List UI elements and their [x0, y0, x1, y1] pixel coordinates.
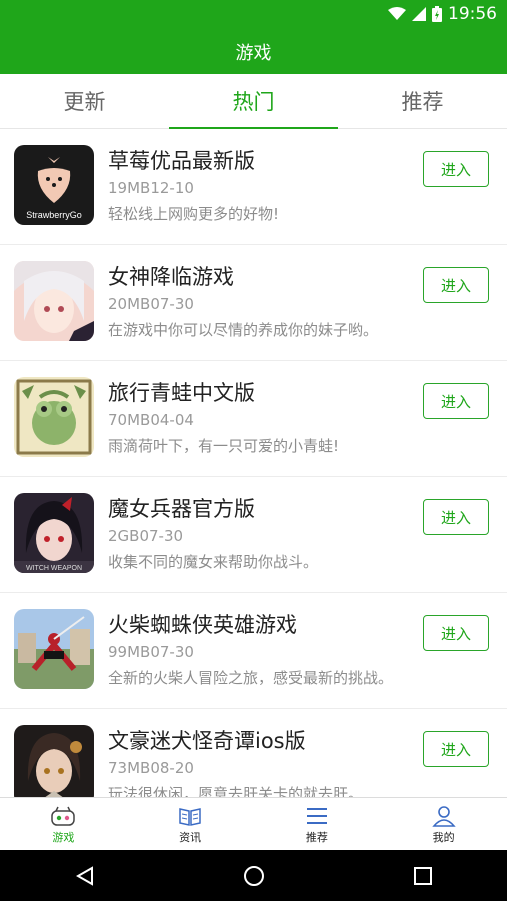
item-title: 旅行青蛙中文版	[108, 381, 255, 405]
enter-button[interactable]: 进入	[423, 499, 489, 535]
nav-news[interactable]: 资讯	[127, 798, 254, 851]
list-item[interactable]: 旅行青蛙中文版 70MB04-04 雨滴荷叶下，有一只可爱的小青蛙! 进入	[0, 361, 507, 477]
enter-button[interactable]: 进入	[423, 267, 489, 303]
status-bar: 19:56	[0, 0, 507, 30]
item-description: 玩法很休闲，愿意去肝关卡的就去肝。	[108, 785, 364, 797]
enter-button[interactable]: 进入	[423, 383, 489, 419]
item-meta: 19MB12-10	[108, 179, 194, 197]
tab-bar: 更新 热门 推荐	[0, 74, 507, 129]
list-item[interactable]: WITCH WEAPON 魔女兵器官方版 2GB07-30 收集不同的魔女来帮助…	[0, 477, 507, 593]
item-title: 火柴蜘蛛侠英雄游戏	[108, 613, 297, 637]
item-title: 草莓优品最新版	[108, 149, 255, 173]
svg-text:StrawberryGo: StrawberryGo	[26, 210, 82, 220]
status-time: 19:56	[448, 4, 497, 24]
list-item[interactable]: 文豪迷犬怪奇谭ios版 73MB08-20 玩法很休闲，愿意去肝关卡的就去肝。 …	[0, 709, 507, 797]
item-meta: 99MB07-30	[108, 643, 194, 661]
recents-square-icon	[413, 866, 432, 885]
wifi-icon	[388, 7, 406, 20]
svg-text:WITCH WEAPON: WITCH WEAPON	[26, 565, 82, 572]
app-icon	[14, 609, 94, 689]
item-meta: 20MB07-30	[108, 295, 194, 313]
nav-label: 推荐	[305, 830, 328, 844]
tab-hot[interactable]: 热门	[169, 74, 338, 129]
gamepad-icon	[51, 806, 76, 826]
system-nav-bar	[0, 850, 507, 901]
app-icon: WITCH WEAPON	[14, 493, 94, 573]
item-description: 全新的火柴人冒险之旅，感受最新的挑战。	[108, 669, 394, 687]
home-button[interactable]	[224, 856, 284, 896]
tab-update[interactable]: 更新	[0, 74, 169, 128]
list-item[interactable]: 女神降临游戏 20MB07-30 在游戏中你可以尽情的养成你的妹子哟。 进入	[0, 245, 507, 361]
home-circle-icon	[243, 865, 264, 886]
app-icon: StrawberryGo	[14, 145, 94, 225]
nav-label: 资讯	[179, 830, 202, 844]
recents-button[interactable]	[393, 856, 453, 896]
item-description: 轻松线上网购更多的好物!	[108, 205, 280, 223]
page-title: 游戏	[235, 43, 272, 64]
app-header: 游戏	[0, 30, 507, 74]
nav-recommend[interactable]: 推荐	[254, 798, 381, 851]
nav-label: 我的	[432, 830, 455, 844]
list-item[interactable]: 火柴蜘蛛侠英雄游戏 99MB07-30 全新的火柴人冒险之旅，感受最新的挑战。 …	[0, 593, 507, 709]
enter-button[interactable]: 进入	[423, 151, 489, 187]
item-description: 雨滴荷叶下，有一只可爱的小青蛙!	[108, 437, 340, 455]
item-description: 在游戏中你可以尽情的养成你的妹子哟。	[108, 321, 379, 339]
list-item[interactable]: StrawberryGo 草莓优品最新版 19MB12-10 轻松线上网购更多的…	[0, 129, 507, 245]
item-title: 魔女兵器官方版	[108, 497, 255, 521]
menu-icon	[306, 807, 327, 824]
nav-label: 游戏	[52, 830, 75, 844]
signal-icon	[412, 7, 426, 21]
user-icon	[431, 805, 456, 827]
app-icon	[14, 261, 94, 341]
item-meta: 2GB07-30	[108, 527, 184, 545]
tab-recommend[interactable]: 推荐	[338, 74, 507, 128]
game-list: StrawberryGo 草莓优品最新版 19MB12-10 轻松线上网购更多的…	[0, 129, 507, 797]
book-icon	[179, 807, 201, 826]
item-title: 女神降临游戏	[108, 265, 234, 289]
item-title: 文豪迷犬怪奇谭ios版	[108, 729, 306, 753]
battery-icon	[432, 6, 442, 22]
item-meta: 73MB08-20	[108, 759, 194, 777]
nav-mine[interactable]: 我的	[380, 798, 507, 851]
item-meta: 70MB04-04	[108, 411, 194, 429]
app-icon	[14, 725, 94, 797]
app-icon	[14, 377, 94, 457]
bottom-nav: 游戏 资讯 推荐 我的	[0, 797, 507, 851]
back-button[interactable]	[55, 856, 115, 896]
back-triangle-icon	[75, 865, 93, 886]
nav-game[interactable]: 游戏	[0, 798, 127, 851]
status-icons: 19:56	[388, 4, 497, 24]
enter-button[interactable]: 进入	[423, 615, 489, 651]
item-description: 收集不同的魔女来帮助你战斗。	[108, 553, 319, 571]
enter-button[interactable]: 进入	[423, 731, 489, 767]
